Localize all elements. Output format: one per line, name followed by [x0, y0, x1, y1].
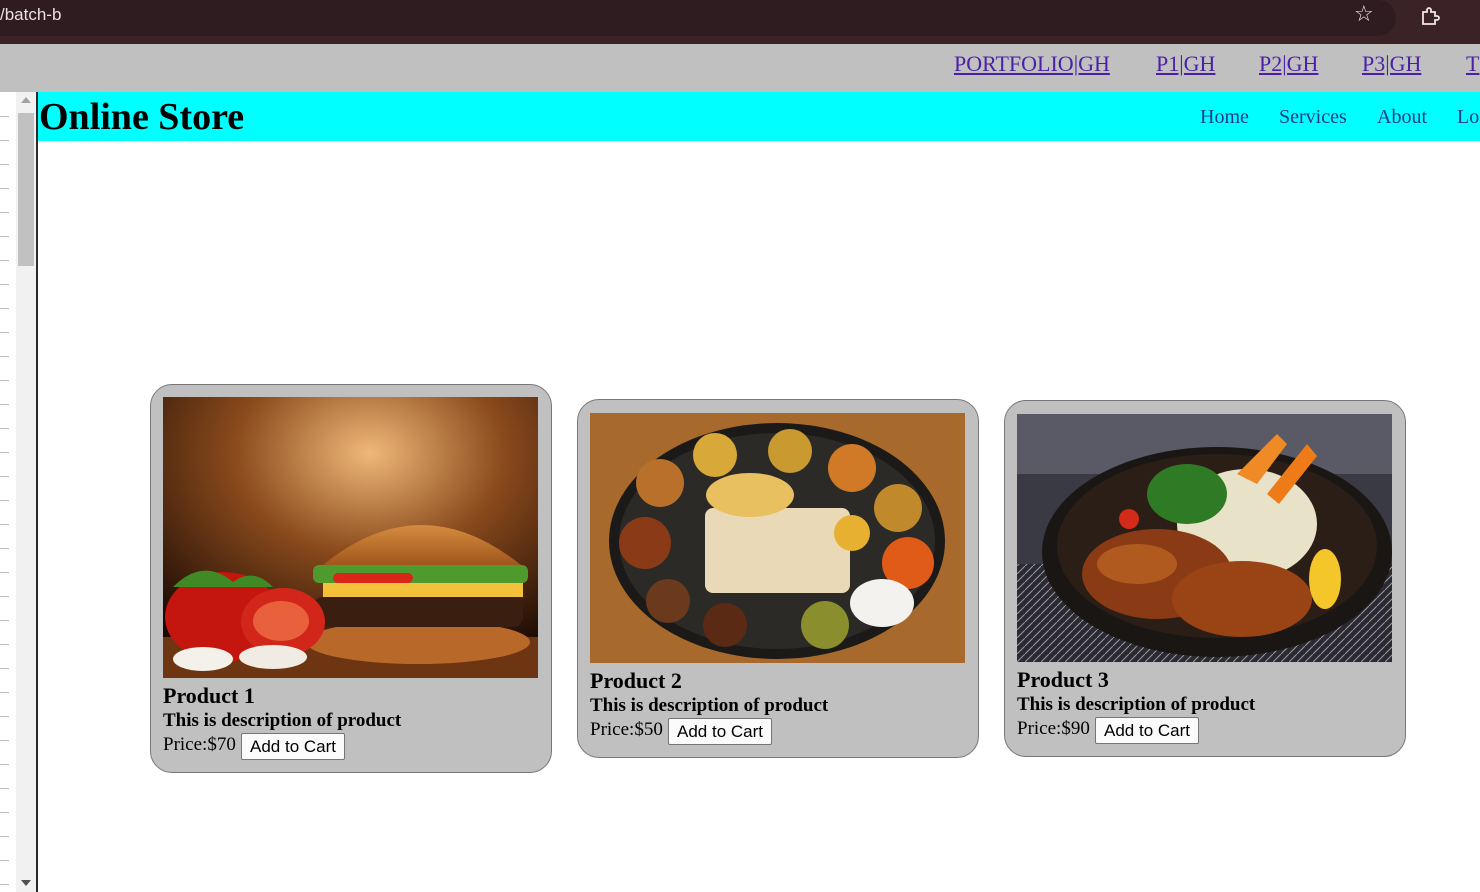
- product-price: Price:$90: [1017, 718, 1090, 739]
- portfolio-link-bar: PORTFOLIO|GH P1|GH P2|GH P3|GH T: [0, 44, 1480, 92]
- ruler-tick: [0, 236, 9, 237]
- p2-link[interactable]: P2|GH: [1259, 51, 1318, 77]
- ruler-tick: [0, 356, 9, 357]
- product-card-3: Product 3 This is description of product…: [1004, 400, 1406, 757]
- scroll-down-arrow-icon[interactable]: [21, 880, 31, 886]
- nav-about[interactable]: About: [1377, 106, 1427, 129]
- ruler-tick: [0, 740, 9, 741]
- address-bar[interactable]: /batch-b: [0, 0, 1396, 36]
- thali-image: [590, 413, 965, 663]
- ruler-tick: [0, 140, 9, 141]
- nav-services[interactable]: Services: [1279, 106, 1347, 129]
- star-icon[interactable]: ☆: [1354, 4, 1374, 26]
- ruler-tick: [0, 692, 9, 693]
- ruler-tick: [0, 404, 9, 405]
- product-price: Price:$70: [163, 734, 236, 755]
- site-title: Online Store: [39, 96, 245, 138]
- burger-image: [163, 397, 538, 678]
- ruler-tick: [0, 476, 9, 477]
- ruler-tick: [0, 332, 9, 333]
- ruler-tick: [0, 212, 9, 213]
- ruler-tick: [0, 836, 9, 837]
- puzzle-icon[interactable]: [1419, 5, 1441, 27]
- ruler-tick: [0, 188, 9, 189]
- ruler-tick: [0, 860, 9, 861]
- site-header: Online Store Home Services About Lo: [38, 92, 1480, 141]
- product-name: Product 3: [1017, 667, 1109, 692]
- address-bar-url[interactable]: /batch-b: [0, 5, 61, 25]
- scroll-up-arrow-icon[interactable]: [21, 97, 31, 103]
- ruler-tick: [0, 644, 9, 645]
- ruler-tick: [0, 452, 9, 453]
- scrollbar-thumb[interactable]: [18, 113, 34, 266]
- p1-link[interactable]: P1|GH: [1156, 51, 1215, 77]
- ruler-tick: [0, 620, 9, 621]
- ruler-tick: [0, 284, 9, 285]
- ruler-tick: [0, 596, 9, 597]
- add-to-cart-button[interactable]: Add to Cart: [1095, 717, 1199, 744]
- left-ruler: [0, 92, 16, 892]
- ruler-tick: [0, 812, 9, 813]
- product-card-2: Product 2 This is description of product…: [577, 399, 979, 758]
- nav-login[interactable]: Lo: [1457, 106, 1479, 129]
- ruler-tick: [0, 716, 9, 717]
- ruler-tick: [0, 548, 9, 549]
- ruler-tick: [0, 788, 9, 789]
- ruler-tick: [0, 668, 9, 669]
- p3-link[interactable]: P3|GH: [1362, 51, 1421, 77]
- ruler-tick: [0, 764, 9, 765]
- product-name: Product 2: [590, 668, 682, 693]
- ruler-tick: [0, 572, 9, 573]
- product-price: Price:$50: [590, 719, 663, 740]
- ruler-tick: [0, 380, 9, 381]
- browser-toolbar: /batch-b ☆: [0, 0, 1480, 44]
- t-link[interactable]: T: [1466, 51, 1479, 77]
- ruler-tick: [0, 524, 9, 525]
- product-name: Product 1: [163, 683, 255, 708]
- ruler-tick: [0, 260, 9, 261]
- ruler-tick: [0, 884, 9, 885]
- product-description: This is description of product: [590, 695, 829, 716]
- ruler-tick: [0, 116, 9, 117]
- chicken-bowl-image: [1017, 414, 1392, 662]
- frame-divider: [36, 92, 38, 892]
- ruler-tick: [0, 164, 9, 165]
- nav-home[interactable]: Home: [1200, 106, 1249, 129]
- product-card-1: Product 1 This is description of product…: [150, 384, 552, 773]
- product-description: This is description of product: [163, 710, 402, 731]
- ruler-tick: [0, 428, 9, 429]
- product-description: This is description of product: [1017, 694, 1256, 715]
- add-to-cart-button[interactable]: Add to Cart: [241, 733, 345, 760]
- add-to-cart-button[interactable]: Add to Cart: [668, 718, 772, 745]
- ruler-tick: [0, 500, 9, 501]
- portfolio-link[interactable]: PORTFOLIO|GH: [954, 51, 1110, 77]
- ruler-tick: [0, 308, 9, 309]
